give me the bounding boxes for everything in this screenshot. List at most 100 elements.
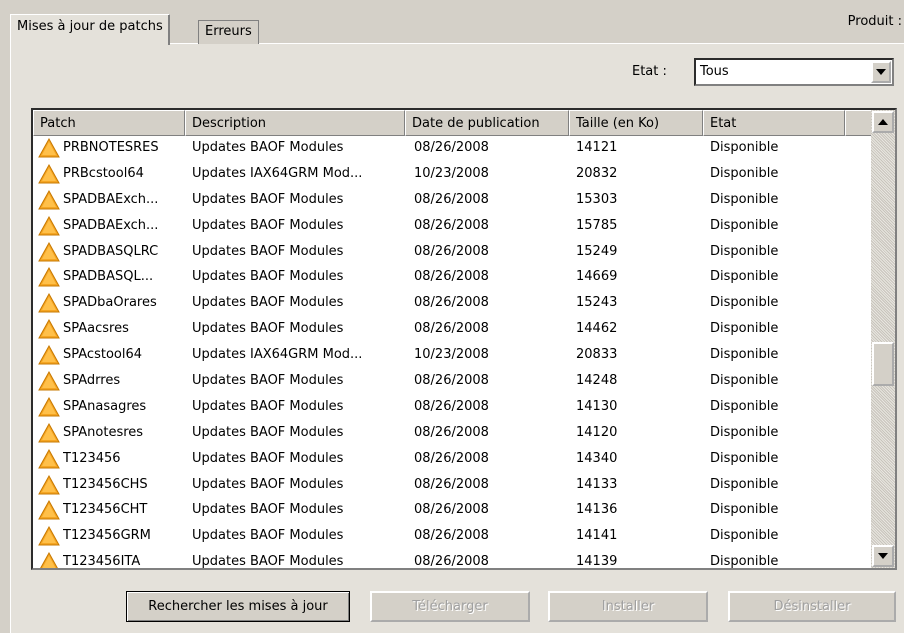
table-row[interactable]: SPAcstool64 Updates IAX64GRM Mod... 10/23/… xyxy=(33,343,873,369)
table-row[interactable]: PRBcstool64 Updates IAX64GRM Mod... 10/23/… xyxy=(33,162,873,188)
cell-size: 20833 xyxy=(576,347,618,363)
cell-size: 14120 xyxy=(576,424,618,440)
cell-description: Updates BAOF Modules xyxy=(192,528,344,544)
cell-size: 14133 xyxy=(576,476,618,492)
cell-description: Updates BAOF Modules xyxy=(192,191,344,207)
cell-patch: SPADBASQLRC xyxy=(63,243,159,259)
cell-status: Disponible xyxy=(710,502,779,518)
cell-description: Updates BAOF Modules xyxy=(192,424,344,440)
column-header-status[interactable]: Etat xyxy=(703,110,845,136)
cell-patch: T123456 xyxy=(63,450,121,466)
table-row[interactable]: T123456CHT Updates BAOF Modules 08/26/2008… xyxy=(33,498,873,524)
cell-description: Updates BAOF Modules xyxy=(192,373,344,389)
warning-icon xyxy=(38,345,60,365)
cell-status: Disponible xyxy=(710,398,779,414)
cell-publication-date: 08/26/2008 xyxy=(414,450,489,466)
cell-patch: T123456ITA xyxy=(63,554,141,570)
cell-size: 20832 xyxy=(576,165,618,181)
scrollbar-thumb[interactable] xyxy=(872,342,894,386)
column-header-publication-date[interactable]: Date de publication xyxy=(405,110,569,136)
cell-publication-date: 08/26/2008 xyxy=(414,424,489,440)
cell-patch: SPAdrres xyxy=(63,373,121,389)
cell-status: Disponible xyxy=(710,476,779,492)
table-row[interactable]: T123456CHS Updates BAOF Modules 08/26/2008… xyxy=(33,473,873,499)
warning-icon xyxy=(38,163,60,184)
cell-publication-date: 10/23/2008 xyxy=(414,347,489,363)
cell-patch: SPAnasagres xyxy=(63,398,147,414)
cell-description: Updates BAOF Modules xyxy=(192,321,344,337)
cell-description: Updates IAX64GRM Mod... xyxy=(192,347,363,363)
cell-size: 14669 xyxy=(576,269,618,285)
table-row[interactable]: SPAacsres Updates BAOF Modules 08/26/2008 1… xyxy=(33,317,873,343)
chevron-up-icon xyxy=(878,119,888,125)
status-filter-select[interactable]: Tous xyxy=(694,58,894,86)
cell-description: Updates BAOF Modules xyxy=(192,140,344,155)
warning-icon xyxy=(38,448,60,469)
warning-icon xyxy=(38,370,60,391)
scroll-up-button[interactable] xyxy=(872,111,894,133)
warning-icon xyxy=(38,267,60,287)
cell-size: 15303 xyxy=(576,191,618,207)
cell-size: 15785 xyxy=(576,217,618,233)
cell-publication-date: 08/26/2008 xyxy=(414,373,489,389)
column-header-description[interactable]: Description xyxy=(185,110,405,136)
column-header-size[interactable]: Taille (en Ko) xyxy=(569,110,703,136)
cell-status: Disponible xyxy=(710,140,779,155)
vertical-scrollbar[interactable] xyxy=(871,110,895,568)
cell-patch: SPADBAExch... xyxy=(63,191,159,207)
table-row[interactable]: SPADBASQL... Updates BAOF Modules 08/26/20… xyxy=(33,265,873,291)
cell-patch: T123456CHS xyxy=(63,476,148,492)
table-row[interactable]: SPADBAExch... Updates BAOF Modules 08/26/2… xyxy=(33,188,873,214)
product-label: Produit : xyxy=(847,14,902,29)
cell-status: Disponible xyxy=(710,191,779,207)
cell-size: 15249 xyxy=(576,243,618,259)
download-button[interactable]: Télécharger xyxy=(370,591,530,622)
cell-description: Updates BAOF Modules xyxy=(192,269,344,285)
cell-publication-date: 08/26/2008 xyxy=(414,502,489,518)
cell-status: Disponible xyxy=(710,347,779,363)
cell-status: Disponible xyxy=(710,528,779,544)
dropdown-button[interactable] xyxy=(871,61,891,83)
cell-patch: T123456CHT xyxy=(63,502,148,518)
table-row[interactable]: PRBNOTESRES Updates BAOF Modules 08/26/200… xyxy=(33,136,873,162)
cell-size: 14136 xyxy=(576,502,618,518)
warning-icon xyxy=(38,552,60,568)
cell-patch: SPAacsres xyxy=(63,321,129,337)
cell-publication-date: 08/26/2008 xyxy=(414,295,489,311)
cell-publication-date: 08/26/2008 xyxy=(414,528,489,544)
table-row[interactable]: SPADBAExch... Updates BAOF Modules 08/26/2… xyxy=(33,214,873,240)
table-row[interactable]: T123456ITA Updates BAOF Modules 08/26/2008… xyxy=(33,550,873,570)
column-header-patch[interactable]: Patch xyxy=(33,110,185,136)
tab-patch-updates[interactable]: Mises à jour de patchs xyxy=(10,14,170,45)
search-updates-button[interactable]: Rechercher les mises à jour xyxy=(126,591,350,622)
uninstall-button[interactable]: Désinstaller xyxy=(728,591,896,622)
column-header-filler xyxy=(845,110,873,136)
table-row[interactable]: SPAnotesres Updates BAOF Modules 08/26/200… xyxy=(33,421,873,447)
table-row[interactable]: T123456 Updates BAOF Modules 08/26/2008 143… xyxy=(33,447,873,473)
cell-status: Disponible xyxy=(710,269,779,285)
table-row[interactable]: SPADbaOrares Updates BAOF Modules 08/26/20… xyxy=(33,291,873,317)
cell-description: Updates BAOF Modules xyxy=(192,450,344,466)
cell-publication-date: 08/26/2008 xyxy=(414,554,489,570)
cell-status: Disponible xyxy=(710,165,779,181)
table-row[interactable]: SPAnasagres Updates BAOF Modules 08/26/200… xyxy=(33,395,873,421)
install-button[interactable]: Installer xyxy=(548,591,708,622)
warning-icon xyxy=(38,293,60,313)
table-row[interactable]: SPAdrres Updates BAOF Modules 08/26/2008 14… xyxy=(33,369,873,395)
cell-publication-date: 08/26/2008 xyxy=(414,269,489,285)
cell-publication-date: 08/26/2008 xyxy=(414,321,489,337)
cell-description: Updates IAX64GRM Mod... xyxy=(192,165,363,181)
tab-errors[interactable]: Erreurs xyxy=(198,20,259,44)
table-row[interactable]: T123456GRM Updates BAOF Modules 08/26/2008… xyxy=(33,524,873,550)
cell-size: 14248 xyxy=(576,373,618,389)
cell-size: 14141 xyxy=(576,528,618,544)
cell-patch: PRBNOTESRES xyxy=(63,140,159,155)
scroll-down-button[interactable] xyxy=(872,545,894,567)
warning-icon xyxy=(38,137,60,158)
patch-list[interactable]: Patch Description Date de publication Ta… xyxy=(31,108,897,570)
cell-status: Disponible xyxy=(710,321,779,337)
table-row[interactable]: SPADBASQLRC Updates BAOF Modules 08/26/200… xyxy=(33,240,873,266)
warning-icon xyxy=(38,189,60,210)
cell-status: Disponible xyxy=(710,450,779,466)
cell-size: 15243 xyxy=(576,295,618,311)
